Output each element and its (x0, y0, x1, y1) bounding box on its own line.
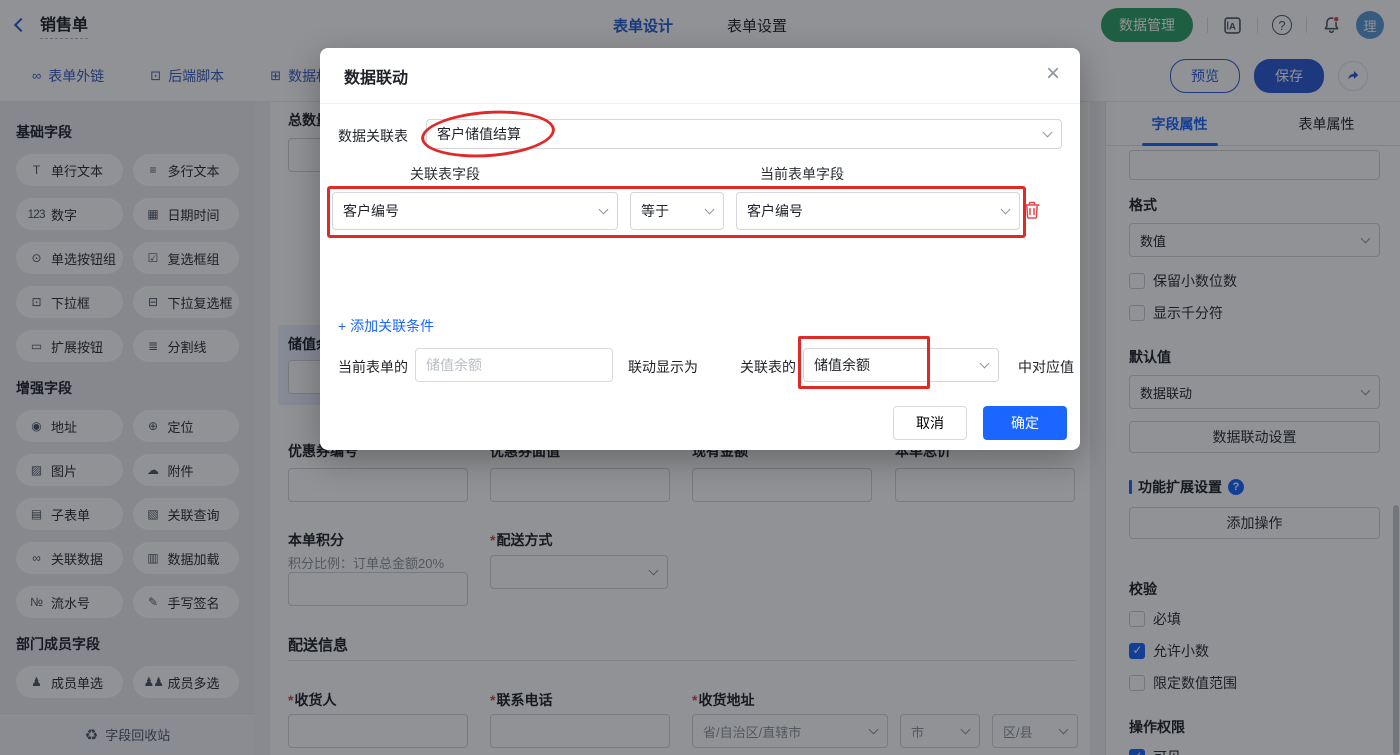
map-prefix-label: 当前表单的 (338, 359, 408, 375)
chevron-down-icon (1042, 127, 1053, 138)
chevron-down-icon (598, 204, 609, 215)
chevron-down-icon (1000, 204, 1011, 215)
column-header-related-field: 关联表字段 (410, 166, 480, 182)
column-header-current-field: 当前表单字段 (760, 166, 844, 182)
relation-table-label: 数据关联表 (338, 128, 408, 144)
condition-operator-select[interactable]: 等于 (630, 192, 724, 230)
map-related-label: 关联表的 (740, 359, 796, 375)
map-middle-label: 联动显示为 (628, 359, 698, 375)
map-related-field-select[interactable]: 储值余额 (803, 348, 999, 382)
add-condition-link[interactable]: + 添加关联条件 (338, 316, 434, 336)
delete-condition-trash-icon[interactable] (1024, 201, 1040, 222)
form-designer-app: 销售单 表单设计 表单设置 数据管理 A ? 理 ∞ 表单外链 ⊡ 后端脚本 ⊞… (0, 0, 1400, 755)
condition-current-field-select[interactable]: 客户编号 (736, 192, 1020, 230)
confirm-button[interactable]: 确定 (983, 406, 1067, 440)
map-current-field-input[interactable] (415, 348, 613, 382)
modal-title: 数据联动 (344, 69, 409, 87)
close-icon[interactable]: × (1046, 62, 1060, 86)
modal-header: 数据联动 × (320, 48, 1080, 104)
condition-related-field-select[interactable]: 客户编号 (332, 192, 618, 230)
cancel-button[interactable]: 取消 (893, 406, 967, 440)
chevron-down-icon (704, 204, 715, 215)
relation-table-select[interactable]: 客户储值结算 (426, 119, 1062, 149)
chevron-down-icon (979, 358, 990, 369)
map-suffix-label: 中对应值 (1018, 359, 1074, 375)
map-current-field-wrap (415, 348, 613, 382)
data-linkage-modal: 数据联动 × 数据关联表 客户储值结算 关联表字段 当前表单字段 客户编号 等于… (320, 48, 1080, 450)
